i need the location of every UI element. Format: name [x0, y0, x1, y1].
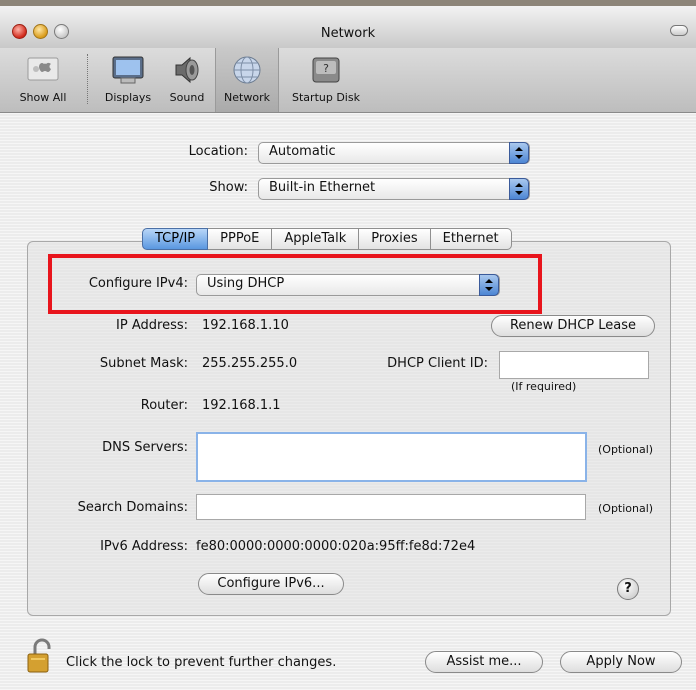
- toolbar-toggle-button[interactable]: [670, 25, 688, 36]
- display-icon: [112, 56, 144, 84]
- apple-grid-icon: [27, 57, 59, 81]
- renew-dhcp-lease-button[interactable]: Renew DHCP Lease: [491, 315, 655, 337]
- ip-address-value: 192.168.1.10: [202, 318, 289, 333]
- toolbar: Show All Displays Sound Network ? Startu…: [0, 48, 696, 113]
- toolbar-separator: [87, 54, 88, 104]
- network-globe-icon: [233, 56, 261, 84]
- toolbar-label: Displays: [104, 91, 152, 104]
- tab-pppoe[interactable]: PPPoE: [208, 228, 273, 250]
- dhcp-client-id-field[interactable]: [499, 351, 649, 379]
- subnet-mask-label: Subnet Mask:: [99, 356, 188, 371]
- toolbar-sound[interactable]: Sound: [162, 48, 212, 112]
- title-bar: Network: [0, 6, 696, 49]
- tab-proxies[interactable]: Proxies: [359, 228, 431, 250]
- ip-address-label: IP Address:: [116, 318, 188, 333]
- toolbar-label: Startup Disk: [292, 91, 360, 104]
- dhcp-client-id-label: DHCP Client ID:: [387, 356, 488, 371]
- tab-ethernet[interactable]: Ethernet: [430, 228, 512, 250]
- toolbar-label: Show All: [19, 91, 67, 104]
- router-value: 192.168.1.1: [202, 398, 281, 413]
- tab-bar: TCP/IP PPPoE AppleTalk Proxies Ethernet: [142, 228, 512, 250]
- show-value: Built-in Ethernet: [269, 180, 376, 195]
- toolbar-show-all[interactable]: Show All: [0, 48, 86, 112]
- toolbar-label: Network: [224, 91, 270, 104]
- if-required-note: (If required): [511, 380, 577, 393]
- location-value: Automatic: [269, 144, 336, 159]
- location-label: Location:: [188, 144, 248, 159]
- subnet-mask-value: 255.255.255.0: [202, 356, 298, 371]
- startup-disk-icon: ?: [312, 57, 340, 83]
- assist-me-button[interactable]: Assist me...: [425, 651, 543, 673]
- tab-appletalk[interactable]: AppleTalk: [272, 228, 360, 250]
- router-label: Router:: [140, 398, 188, 413]
- apply-now-button[interactable]: Apply Now: [560, 651, 682, 673]
- toolbar-network[interactable]: Network: [215, 48, 279, 112]
- ipv6-address-value: fe80:0000:0000:0000:020a:95ff:fe8d:72e4: [196, 539, 476, 554]
- help-button[interactable]: ?: [617, 578, 639, 600]
- ipv6-address-label: IPv6 Address:: [100, 539, 188, 554]
- configure-ipv6-button[interactable]: Configure IPv6...: [198, 573, 344, 595]
- toolbar-startup-disk[interactable]: ? Startup Disk: [282, 48, 370, 112]
- highlight-box: [48, 254, 542, 314]
- network-window: Network Show All Displays Sound Network …: [0, 0, 696, 690]
- search-optional-note: (Optional): [598, 502, 654, 515]
- lock-icon[interactable]: [26, 638, 56, 674]
- speaker-icon: [175, 56, 199, 84]
- search-domains-label: Search Domains:: [77, 500, 188, 515]
- tab-tcpip[interactable]: TCP/IP: [142, 228, 209, 250]
- toolbar-displays[interactable]: Displays: [98, 48, 158, 112]
- popup-arrows-icon: [509, 178, 529, 200]
- show-label: Show:: [209, 180, 248, 195]
- search-domains-field[interactable]: [196, 494, 586, 520]
- dns-optional-note: (Optional): [598, 443, 654, 456]
- lock-message: Click the lock to prevent further change…: [66, 655, 337, 670]
- popup-arrows-icon: [509, 142, 529, 164]
- location-popup[interactable]: Automatic: [258, 142, 530, 164]
- window-title: Network: [320, 26, 376, 41]
- dns-servers-label: DNS Servers:: [102, 440, 188, 455]
- dns-servers-field[interactable]: [196, 432, 587, 482]
- svg-text:?: ?: [323, 62, 329, 75]
- show-popup[interactable]: Built-in Ethernet: [258, 178, 530, 200]
- toolbar-label: Sound: [169, 91, 205, 104]
